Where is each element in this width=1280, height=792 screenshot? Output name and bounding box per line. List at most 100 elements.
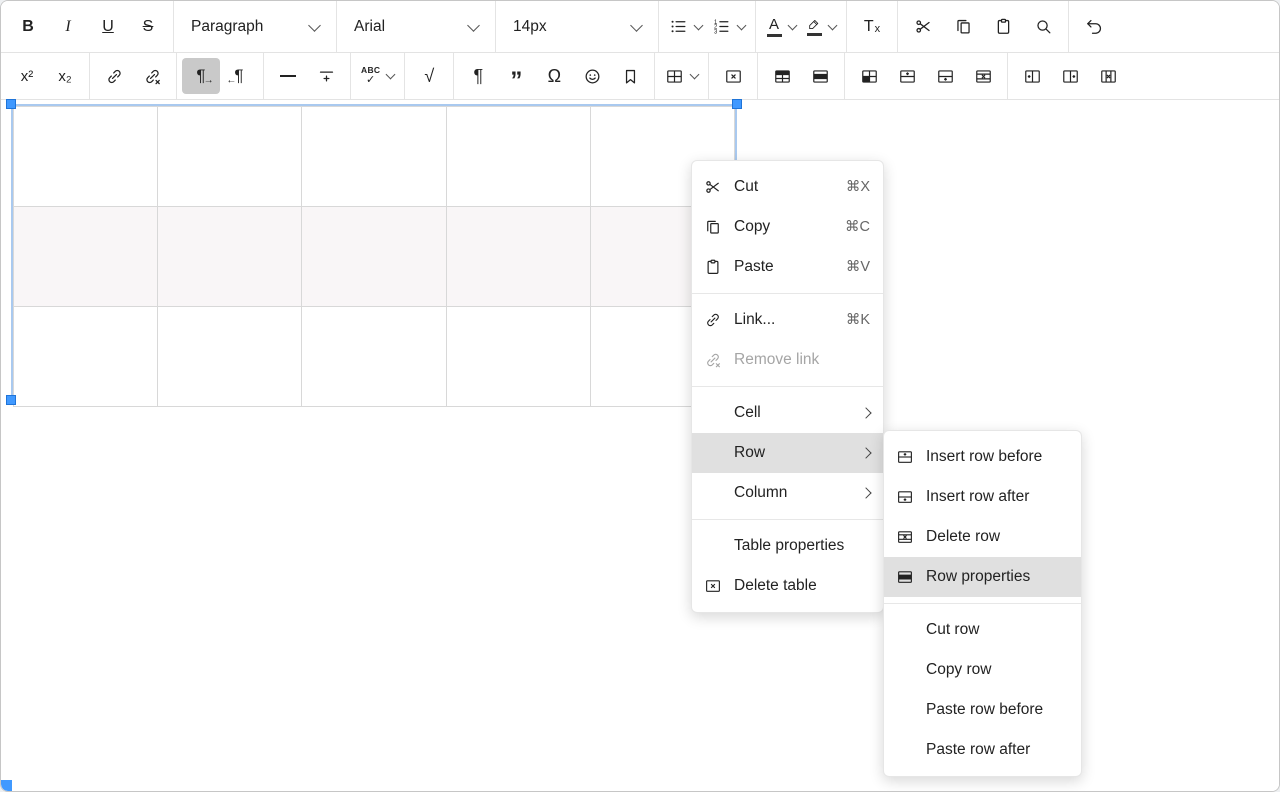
bullet-list-icon bbox=[669, 17, 688, 36]
table-cell[interactable] bbox=[446, 307, 590, 407]
subscript-button[interactable]: x₂ bbox=[46, 58, 84, 94]
copy-button[interactable] bbox=[943, 8, 983, 46]
submenu-item-row-properties[interactable]: Row properties bbox=[884, 557, 1081, 597]
page-break-button[interactable] bbox=[307, 58, 345, 94]
submenu-item-paste-row-before[interactable]: Paste row before bbox=[884, 690, 1081, 730]
insert-link-button[interactable] bbox=[95, 58, 133, 94]
strikethrough-button[interactable]: S bbox=[128, 8, 168, 46]
table-resize-handle-top-left[interactable] bbox=[6, 99, 16, 109]
toolbar-separator bbox=[1068, 1, 1069, 52]
text-color-button[interactable]: A bbox=[761, 8, 801, 46]
bold-button[interactable]: B bbox=[8, 8, 48, 46]
table-row bbox=[14, 107, 735, 207]
row-properties-button[interactable] bbox=[801, 58, 839, 94]
toolbar-separator bbox=[658, 1, 659, 52]
copy-icon bbox=[704, 218, 734, 236]
insert-column-after-button[interactable] bbox=[1051, 58, 1089, 94]
rtl-arrow: ← bbox=[226, 76, 236, 86]
submenu-item-insert-row-after[interactable]: Insert row after bbox=[884, 477, 1081, 517]
numbered-list-button[interactable]: 1 2 3 bbox=[707, 8, 750, 46]
table-cell[interactable] bbox=[302, 107, 446, 207]
submenu-item-insert-row-before[interactable]: Insert row before bbox=[884, 437, 1081, 477]
remove-link-button[interactable] bbox=[133, 58, 171, 94]
rtl-icon: ¶ ← bbox=[234, 67, 243, 85]
insert-table-button[interactable] bbox=[660, 58, 703, 94]
undo-button[interactable] bbox=[1074, 8, 1114, 46]
clear-formatting-button[interactable]: T x bbox=[852, 8, 892, 46]
left-to-right-button[interactable]: ¶ → bbox=[182, 58, 220, 94]
scissors-icon bbox=[704, 178, 734, 196]
delete-row-button[interactable] bbox=[964, 58, 1002, 94]
block-format-dropdown[interactable]: Paragraph bbox=[179, 8, 331, 46]
cut-button[interactable] bbox=[903, 8, 943, 46]
menu-item-delete-table[interactable]: Delete table bbox=[692, 566, 883, 606]
submenu-item-copy-row[interactable]: Copy row bbox=[884, 650, 1081, 690]
menu-item-remove-link[interactable]: Remove link bbox=[692, 340, 883, 380]
square-root-button[interactable]: √ bbox=[410, 58, 448, 94]
table-cell[interactable] bbox=[446, 107, 590, 207]
table-cell[interactable] bbox=[302, 307, 446, 407]
delete-table-icon bbox=[724, 67, 743, 86]
right-to-left-button[interactable]: ¶ ← bbox=[220, 58, 258, 94]
special-character-button[interactable]: Ω bbox=[535, 58, 573, 94]
menu-item-paste[interactable]: Paste ⌘V bbox=[692, 247, 883, 287]
horizontal-rule-button[interactable] bbox=[269, 58, 307, 94]
page-break-icon bbox=[317, 67, 336, 86]
table-properties-button[interactable] bbox=[763, 58, 801, 94]
delete-column-button[interactable] bbox=[1089, 58, 1127, 94]
table-cell[interactable] bbox=[158, 207, 302, 307]
insert-column-before-button[interactable] bbox=[1013, 58, 1051, 94]
submenu-item-paste-row-after[interactable]: Paste row after bbox=[884, 730, 1081, 770]
menu-item-cell[interactable]: Cell bbox=[692, 393, 883, 433]
toolbar-separator bbox=[453, 53, 454, 99]
superscript-button[interactable]: x² bbox=[8, 58, 46, 94]
font-size-dropdown[interactable]: 14px bbox=[501, 8, 653, 46]
cell-properties-button[interactable] bbox=[850, 58, 888, 94]
toolbar-separator bbox=[755, 1, 756, 52]
insert-row-before-button[interactable] bbox=[888, 58, 926, 94]
submenu-item-cut-row[interactable]: Cut row bbox=[884, 610, 1081, 650]
table-cell[interactable] bbox=[14, 307, 158, 407]
highlight-color-button[interactable] bbox=[801, 8, 841, 46]
paste-button[interactable] bbox=[983, 8, 1023, 46]
blockquote-button[interactable]: ” bbox=[497, 58, 535, 94]
toolbar-row-1: B I U S Paragraph Arial 14px bbox=[1, 1, 1279, 53]
delete-table-button[interactable] bbox=[714, 58, 752, 94]
italic-button[interactable]: I bbox=[48, 8, 88, 46]
menu-item-row[interactable]: Row bbox=[692, 433, 883, 473]
menu-item-column[interactable]: Column bbox=[692, 473, 883, 513]
editor-content[interactable]: Cut ⌘X Copy ⌘C Paste ⌘V Link... ⌘K bbox=[1, 100, 1279, 791]
table-cell[interactable] bbox=[158, 107, 302, 207]
paragraph-mark-button[interactable]: ¶ bbox=[459, 58, 497, 94]
insert-row-after-icon bbox=[936, 67, 955, 86]
underline-button[interactable]: U bbox=[88, 8, 128, 46]
paste-icon bbox=[704, 258, 734, 276]
table-resize-handle-bottom-left[interactable] bbox=[6, 395, 16, 405]
delete-table-icon bbox=[704, 577, 734, 595]
menu-item-cut[interactable]: Cut ⌘X bbox=[692, 167, 883, 207]
search-button[interactable] bbox=[1023, 8, 1063, 46]
editor-table[interactable] bbox=[13, 106, 735, 407]
menu-label: Row bbox=[734, 444, 862, 462]
table-cell[interactable] bbox=[14, 107, 158, 207]
menu-item-link[interactable]: Link... ⌘K bbox=[692, 300, 883, 340]
table-cell[interactable] bbox=[446, 207, 590, 307]
table-cell[interactable] bbox=[302, 207, 446, 307]
emoticon-button[interactable] bbox=[573, 58, 611, 94]
cell-properties-icon bbox=[860, 67, 879, 86]
table-cell[interactable] bbox=[158, 307, 302, 407]
table-cell[interactable] bbox=[14, 207, 158, 307]
selected-table[interactable] bbox=[11, 104, 737, 400]
anchor-button[interactable] bbox=[611, 58, 649, 94]
font-family-dropdown[interactable]: Arial bbox=[342, 8, 490, 46]
bullet-list-button[interactable] bbox=[664, 8, 707, 46]
table-resize-handle-top-right[interactable] bbox=[732, 99, 742, 109]
emoji-icon bbox=[583, 67, 602, 86]
insert-row-after-button[interactable] bbox=[926, 58, 964, 94]
insert-row-before-icon bbox=[898, 67, 917, 86]
menu-item-table-properties[interactable]: Table properties bbox=[692, 526, 883, 566]
submenu-item-delete-row[interactable]: Delete row bbox=[884, 517, 1081, 557]
menu-divider bbox=[692, 519, 883, 520]
menu-item-copy[interactable]: Copy ⌘C bbox=[692, 207, 883, 247]
spellcheck-button[interactable]: ABC ✓ bbox=[356, 58, 399, 94]
